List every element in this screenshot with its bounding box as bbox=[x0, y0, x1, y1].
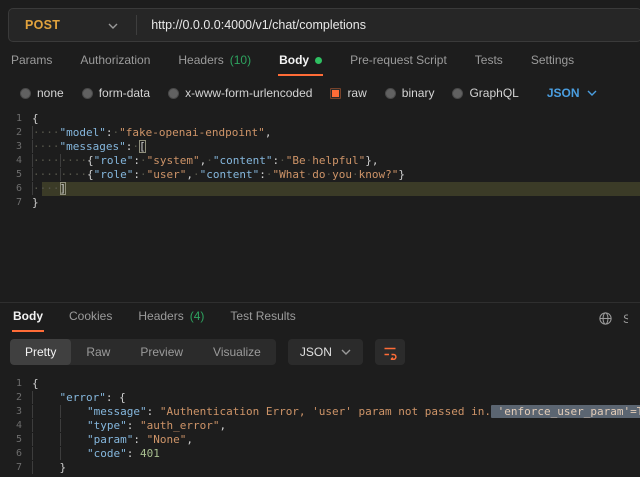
url-bar: POST http://0.0.0.0:4000/v1/chat/complet… bbox=[8, 8, 640, 42]
line-number: 7 bbox=[0, 461, 32, 475]
tab-tests[interactable]: Tests bbox=[474, 47, 504, 76]
line-number: 5 bbox=[0, 433, 32, 447]
chevron-down-icon bbox=[341, 349, 351, 355]
radio-form-data[interactable]: form-data bbox=[82, 86, 150, 100]
response-meta: S bbox=[598, 311, 628, 332]
word-wrap-icon bbox=[382, 344, 398, 360]
code-line[interactable]: 5 "param": "None", bbox=[0, 433, 640, 447]
line-number: 7 bbox=[0, 196, 32, 210]
line-number: 3 bbox=[0, 405, 32, 419]
tab-settings[interactable]: Settings bbox=[530, 47, 575, 76]
tab-authorization[interactable]: Authorization bbox=[79, 47, 151, 76]
wrap-text-button[interactable] bbox=[375, 339, 405, 365]
line-number: 3 bbox=[0, 140, 32, 154]
line-number: 4 bbox=[0, 154, 32, 168]
view-visualize-button[interactable]: Visualize bbox=[198, 339, 276, 365]
url-input[interactable]: http://0.0.0.0:4000/v1/chat/completions bbox=[137, 18, 640, 32]
code-line[interactable]: 4········{"role":·"system",·"content":·"… bbox=[0, 154, 640, 168]
chevron-down-icon[interactable] bbox=[74, 21, 136, 29]
radio-icon bbox=[452, 88, 463, 99]
code-line[interactable]: 4 "type": "auth_error", bbox=[0, 419, 640, 433]
clipped-status-text: S bbox=[623, 312, 628, 326]
response-format-dropdown[interactable]: JSON bbox=[288, 339, 363, 365]
tab-params[interactable]: Params bbox=[10, 47, 53, 76]
line-number: 1 bbox=[0, 112, 32, 126]
line-number: 4 bbox=[0, 419, 32, 433]
headers-count-badge: (10) bbox=[230, 53, 251, 67]
line-number: 2 bbox=[0, 126, 32, 140]
code-line[interactable]: 7} bbox=[0, 196, 640, 210]
radio-graphql[interactable]: GraphQL bbox=[452, 86, 518, 100]
response-headers-count-badge: (4) bbox=[190, 309, 205, 323]
body-modified-dot bbox=[315, 57, 322, 64]
radio-icon bbox=[20, 88, 31, 99]
code-line[interactable]: 3 "message": "Authentication Error, 'use… bbox=[0, 405, 640, 419]
response-tabs: Body Cookies Headers(4) Test Results S bbox=[0, 303, 640, 332]
radio-raw[interactable]: raw bbox=[330, 86, 366, 100]
radio-binary[interactable]: binary bbox=[385, 86, 435, 100]
tab-pre-request-script[interactable]: Pre-request Script bbox=[349, 47, 448, 76]
postman-window: { "request": { "method": "POST", "url": … bbox=[0, 8, 640, 477]
body-type-row: none form-data x-www-form-urlencoded raw… bbox=[0, 76, 640, 108]
code-line[interactable]: 5········{"role":·"user",·"content":·"Wh… bbox=[0, 168, 640, 182]
code-line[interactable]: 3····"messages":·[ bbox=[0, 140, 640, 154]
code-line[interactable]: 1{ bbox=[0, 377, 640, 391]
request-body-editor[interactable]: 1{2····"model":·"fake-openai-endpoint",3… bbox=[0, 108, 640, 302]
response-view-row: Pretty Raw Preview Visualize JSON bbox=[0, 332, 640, 373]
code-line[interactable]: 1{ bbox=[0, 112, 640, 126]
tab-body[interactable]: Body bbox=[278, 47, 323, 76]
line-number: 6 bbox=[0, 182, 32, 196]
chevron-down-icon bbox=[587, 90, 597, 96]
line-number: 6 bbox=[0, 447, 32, 461]
tab-cookies[interactable]: Cookies bbox=[68, 303, 113, 332]
tab-response-body[interactable]: Body bbox=[12, 303, 44, 332]
radio-icon bbox=[385, 88, 396, 99]
tab-test-results[interactable]: Test Results bbox=[229, 303, 296, 332]
radio-none[interactable]: none bbox=[20, 86, 64, 100]
radio-selected-icon bbox=[330, 88, 341, 99]
method-selector[interactable]: POST bbox=[9, 18, 74, 32]
view-preview-button[interactable]: Preview bbox=[125, 339, 198, 365]
globe-icon bbox=[598, 311, 613, 326]
view-raw-button[interactable]: Raw bbox=[71, 339, 125, 365]
tab-headers[interactable]: Headers(10) bbox=[177, 47, 252, 76]
radio-x-www-form-urlencoded[interactable]: x-www-form-urlencoded bbox=[168, 86, 312, 100]
line-number: 5 bbox=[0, 168, 32, 182]
radio-icon bbox=[168, 88, 179, 99]
request-tabs: Params Authorization Headers(10) Body Pr… bbox=[0, 46, 640, 76]
code-line[interactable]: 6 "code": 401 bbox=[0, 447, 640, 461]
response-panel: Body Cookies Headers(4) Test Results S P… bbox=[0, 302, 640, 477]
line-number: 1 bbox=[0, 377, 32, 391]
radio-icon bbox=[82, 88, 93, 99]
view-mode-group: Pretty Raw Preview Visualize bbox=[10, 339, 276, 365]
request-panel: POST http://0.0.0.0:4000/v1/chat/complet… bbox=[0, 8, 640, 302]
response-body-viewer[interactable]: 1{2 "error": {3 "message": "Authenticati… bbox=[0, 373, 640, 477]
tab-response-headers[interactable]: Headers(4) bbox=[137, 303, 205, 332]
request-format-dropdown[interactable]: JSON bbox=[547, 86, 597, 100]
view-pretty-button[interactable]: Pretty bbox=[10, 339, 71, 365]
code-line[interactable]: 6····] bbox=[0, 182, 640, 196]
code-line[interactable]: 2····"model":·"fake-openai-endpoint", bbox=[0, 126, 640, 140]
line-number: 2 bbox=[0, 391, 32, 405]
code-line[interactable]: 7 } bbox=[0, 461, 640, 475]
code-line[interactable]: 2 "error": { bbox=[0, 391, 640, 405]
